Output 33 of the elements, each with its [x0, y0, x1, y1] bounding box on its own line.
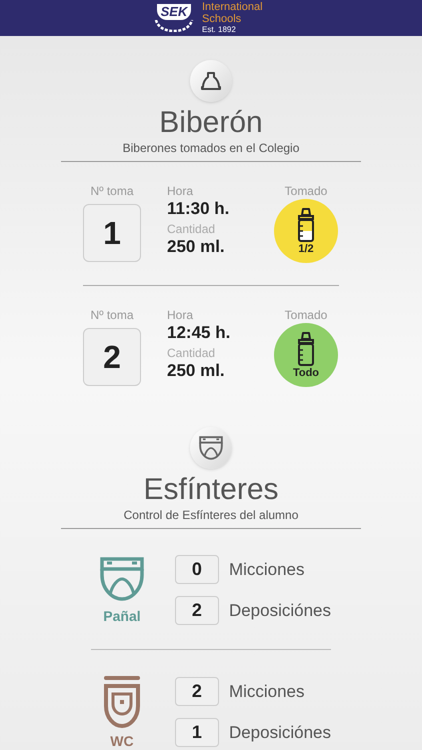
taken-label: Tomado [284, 184, 328, 198]
feed-number-label: Nº toma [90, 184, 134, 198]
time-label: Hora [167, 308, 194, 322]
count-label: Deposiciónes [228, 600, 331, 622]
feed-time: 11:30 h. [167, 198, 230, 220]
amount-label: Cantidad [167, 222, 216, 236]
taken-label: Tomado [284, 308, 328, 322]
count-value: 0 [174, 555, 219, 584]
logo-subtitle: Est. 1892 [202, 25, 237, 35]
amount-label: Cantidad [167, 346, 216, 360]
feed-amount: 250 ml. [167, 360, 226, 382]
time-label: Hora [167, 184, 194, 198]
group-label: WC [110, 732, 134, 750]
taken-amount: 1/2 [298, 243, 314, 255]
taken-amount: Todo [292, 367, 320, 379]
logo-mark: SEK [156, 4, 192, 20]
section-subtitle: Biberones tomados en el Colegio [122, 140, 300, 156]
section-subtitle: Control de Esfínteres del alumno [124, 507, 298, 523]
count-value: 2 [174, 677, 219, 706]
count-value: 2 [174, 596, 219, 625]
section-title: Esfínteres [143, 473, 279, 507]
count-value: 1 [174, 718, 219, 747]
section-title: Biberón [159, 106, 263, 140]
feed-amount: 250 ml. [167, 236, 226, 258]
count-label: Deposiciónes [228, 722, 331, 744]
feed-number-label: Nº toma [90, 308, 134, 322]
feed-time: 12:45 h. [167, 322, 232, 344]
feed-number: 2 [83, 328, 141, 386]
group-label: Pañal [103, 607, 141, 625]
count-label: Micciones [228, 680, 305, 703]
logo-title: International Schools [202, 1, 264, 25]
feed-number: 1 [83, 204, 141, 262]
count-label: Micciones [228, 558, 305, 581]
